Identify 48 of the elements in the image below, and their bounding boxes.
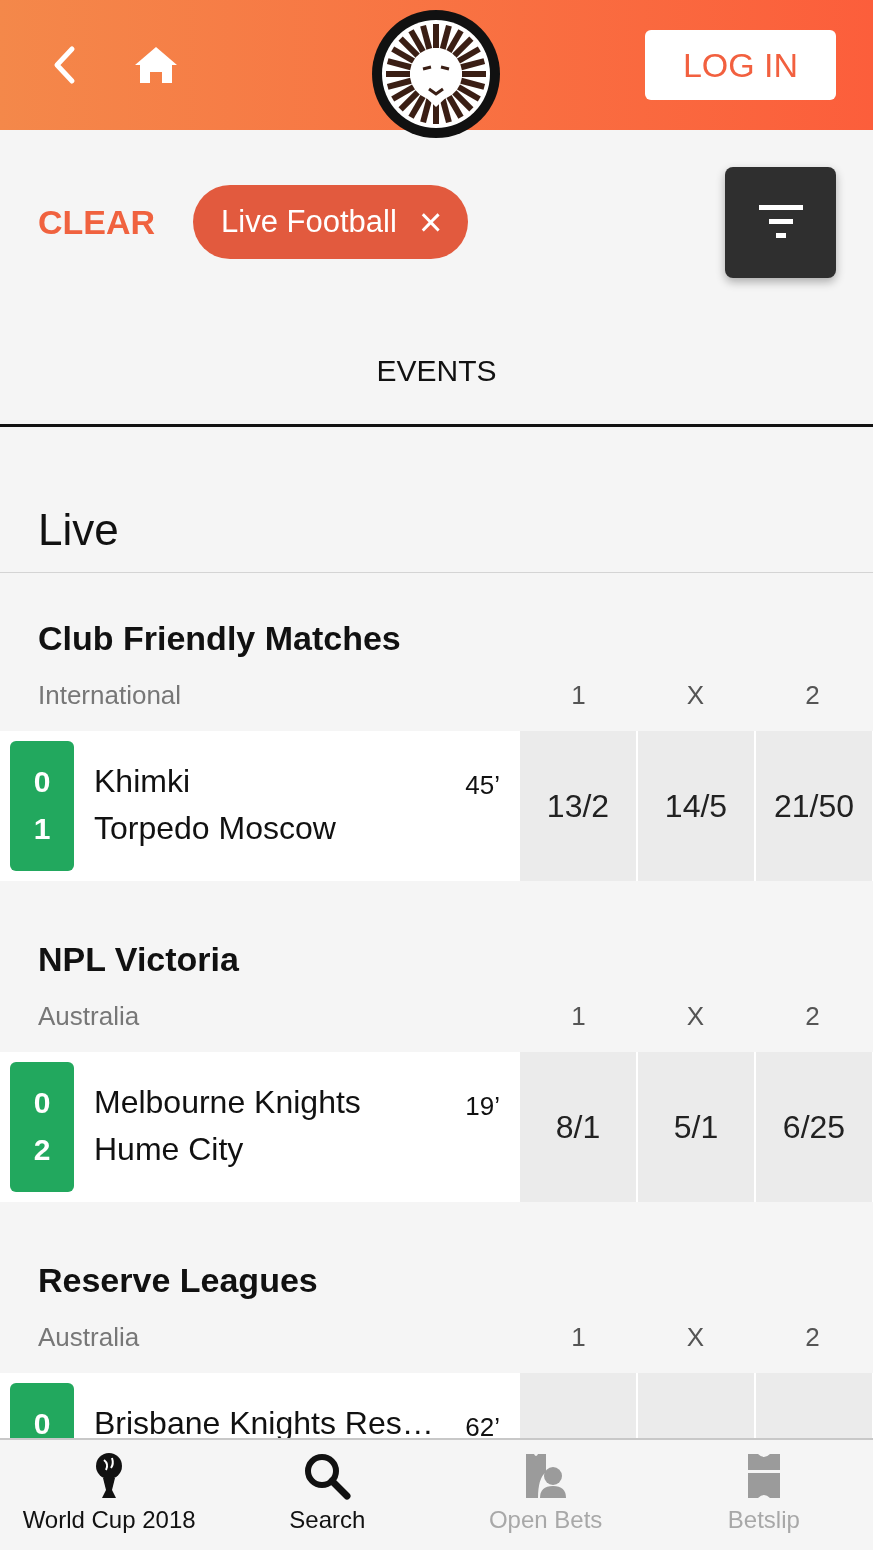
back-icon[interactable] (52, 45, 76, 85)
column-label: 2 (804, 679, 821, 711)
column-label: X (685, 1321, 706, 1353)
odds-button[interactable]: 21/50 (756, 731, 872, 881)
team-name: Melbourne Knights (94, 1085, 362, 1119)
filter-chip[interactable]: Live Football × (193, 185, 469, 259)
logo-icon[interactable] (371, 9, 501, 139)
column-label: 1 (570, 1000, 587, 1032)
odds-button[interactable]: 5/1 (638, 1052, 754, 1202)
nav-item[interactable]: World Cup 2018 (0, 1440, 219, 1550)
filter-button[interactable] (725, 166, 836, 278)
odds-button[interactable]: 8/1 (520, 1052, 636, 1202)
region-label: International (37, 679, 183, 711)
odds-button[interactable]: 14/5 (638, 731, 754, 881)
events-tab[interactable]: EVENTS (376, 314, 497, 424)
team-name: Torpedo Moscow (94, 811, 337, 845)
team-name: Brisbane Knights Res… (94, 1406, 435, 1440)
team-name: Khimki (94, 764, 191, 798)
column-label: X (685, 679, 706, 711)
match-minute: 62’ (465, 1411, 500, 1440)
region-label: Australia (37, 1321, 141, 1353)
trophy-icon (94, 1452, 125, 1500)
section-heading: Live (38, 505, 120, 555)
search-icon (303, 1452, 352, 1500)
column-label: 2 (804, 1000, 821, 1032)
ticket-person-icon (523, 1452, 568, 1500)
nav-item[interactable]: Search (218, 1440, 437, 1550)
column-label: X (685, 1000, 706, 1032)
home-icon[interactable] (134, 45, 178, 85)
region-label: Australia (37, 1000, 141, 1032)
score-text: 1 (33, 812, 51, 846)
team-name: Hume City (94, 1132, 245, 1166)
column-label: 2 (804, 1321, 821, 1353)
filter-icon (758, 205, 803, 239)
league-title: NPL Victoria (38, 939, 240, 979)
match-minute: 19’ (465, 1090, 500, 1120)
column-label: 1 (570, 679, 587, 711)
match-minute: 45’ (465, 769, 500, 799)
score-text: 2 (33, 1133, 51, 1167)
odds-button[interactable]: 13/2 (520, 731, 636, 881)
score-text: 0 (33, 765, 51, 799)
league-title: Reserve Leagues (38, 1260, 319, 1300)
column-label: 1 (570, 1321, 587, 1353)
odds-button[interactable]: 6/25 (756, 1052, 872, 1202)
league-title: Club Friendly Matches (38, 618, 402, 658)
score-text: 0 (33, 1407, 51, 1440)
ticket-icon (745, 1452, 782, 1500)
score-text: 0 (33, 1086, 51, 1120)
